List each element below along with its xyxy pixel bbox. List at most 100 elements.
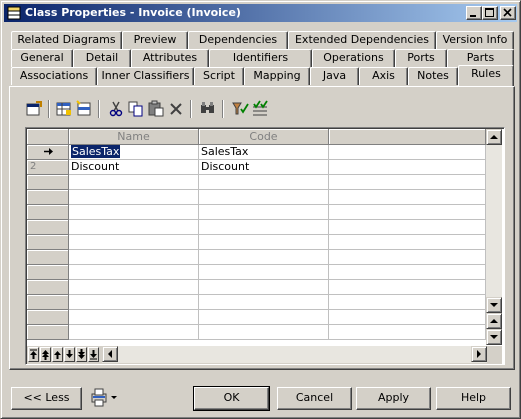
column-header-code[interactable]: Code bbox=[199, 129, 329, 145]
cell-code[interactable] bbox=[199, 295, 329, 310]
tab-operations[interactable]: Operations bbox=[312, 49, 395, 67]
cell-empty[interactable] bbox=[329, 325, 486, 340]
copy-icon[interactable] bbox=[126, 99, 146, 119]
tab-related-diagrams[interactable]: Related Diagrams bbox=[11, 31, 122, 49]
row-header[interactable] bbox=[27, 325, 69, 340]
cell-empty[interactable] bbox=[329, 250, 486, 265]
scroll-left-button[interactable] bbox=[102, 346, 118, 362]
add-rows-icon[interactable] bbox=[54, 99, 74, 119]
cell-name[interactable] bbox=[69, 280, 199, 295]
tab-mapping[interactable]: Mapping bbox=[244, 67, 310, 85]
cell-name[interactable]: SalesTax bbox=[69, 145, 199, 160]
move-bottom-button[interactable] bbox=[88, 347, 99, 362]
cell-code[interactable]: SalesTax bbox=[199, 145, 329, 160]
tab-attributes[interactable]: Attributes bbox=[131, 49, 209, 67]
cell-code[interactable] bbox=[199, 190, 329, 205]
cell-name[interactable]: Discount bbox=[69, 160, 199, 175]
tab-general[interactable]: General bbox=[11, 49, 73, 67]
customize-columns-icon[interactable] bbox=[250, 99, 270, 119]
cell-code[interactable] bbox=[199, 265, 329, 280]
tab-java[interactable]: Java bbox=[310, 67, 359, 85]
row-header[interactable] bbox=[27, 205, 69, 220]
tab-script[interactable]: Script bbox=[194, 67, 244, 85]
tab-inner-classifiers[interactable]: Inner Classifiers bbox=[97, 67, 194, 85]
row-header[interactable] bbox=[27, 220, 69, 235]
cell-code[interactable] bbox=[199, 310, 329, 325]
apply-button[interactable]: Apply bbox=[356, 387, 431, 410]
cell-code[interactable] bbox=[199, 220, 329, 235]
row-header[interactable] bbox=[27, 280, 69, 295]
vertical-scrollbar[interactable] bbox=[486, 129, 502, 345]
cell-empty[interactable] bbox=[329, 220, 486, 235]
maximize-button[interactable] bbox=[482, 6, 498, 20]
tab-axis[interactable]: Axis bbox=[359, 67, 408, 85]
move-page-down-button[interactable] bbox=[76, 347, 87, 362]
minimize-button[interactable] bbox=[466, 6, 482, 20]
tab-detail[interactable]: Detail bbox=[73, 49, 131, 67]
cell-code[interactable] bbox=[199, 250, 329, 265]
tab-extended-dependencies[interactable]: Extended Dependencies bbox=[288, 31, 436, 49]
print-dropdown-button[interactable] bbox=[88, 387, 122, 410]
cell-code[interactable] bbox=[199, 175, 329, 190]
tab-preview[interactable]: Preview bbox=[122, 31, 188, 49]
tab-associations[interactable]: Associations bbox=[11, 67, 97, 85]
move-top-button[interactable] bbox=[28, 347, 39, 362]
cell-code[interactable] bbox=[199, 205, 329, 220]
grid-corner[interactable] bbox=[27, 129, 69, 145]
scroll-right-button[interactable] bbox=[471, 346, 487, 362]
cell-empty[interactable] bbox=[329, 160, 486, 175]
cell-code[interactable] bbox=[199, 325, 329, 340]
cell-empty[interactable] bbox=[329, 205, 486, 220]
properties-icon[interactable] bbox=[24, 99, 44, 119]
move-up-button[interactable] bbox=[52, 347, 63, 362]
insert-row-icon[interactable] bbox=[74, 99, 94, 119]
cell-code[interactable] bbox=[199, 235, 329, 250]
title-bar[interactable]: Class Properties - Invoice (Invoice) bbox=[4, 4, 517, 22]
rules-grid[interactable]: Name Code SalesTax SalesTax 2 Discount Disco… bbox=[25, 127, 505, 365]
tab-version-info[interactable]: Version Info bbox=[436, 31, 514, 49]
cell-empty[interactable] bbox=[329, 145, 486, 160]
cell-empty[interactable] bbox=[329, 190, 486, 205]
row-header[interactable] bbox=[27, 235, 69, 250]
help-button[interactable]: Help bbox=[436, 387, 511, 410]
move-page-up-button[interactable] bbox=[40, 347, 51, 362]
row-header[interactable] bbox=[27, 175, 69, 190]
cut-icon[interactable] bbox=[106, 99, 126, 119]
find-icon[interactable] bbox=[198, 99, 218, 119]
row-header[interactable] bbox=[27, 295, 69, 310]
cell-empty[interactable] bbox=[329, 310, 486, 325]
row-header[interactable] bbox=[27, 190, 69, 205]
cell-name[interactable] bbox=[69, 250, 199, 265]
cell-name[interactable] bbox=[69, 295, 199, 310]
delete-icon[interactable] bbox=[166, 99, 186, 119]
ok-button[interactable]: OK bbox=[193, 386, 270, 411]
tab-ports[interactable]: Ports bbox=[395, 49, 447, 67]
cell-name[interactable] bbox=[69, 310, 199, 325]
tab-rules[interactable]: Rules bbox=[458, 65, 514, 86]
cell-empty[interactable] bbox=[329, 175, 486, 190]
cell-code[interactable]: Discount bbox=[199, 160, 329, 175]
row-header[interactable]: 2 bbox=[27, 160, 69, 175]
cell-name[interactable] bbox=[69, 175, 199, 190]
move-down-button[interactable] bbox=[64, 347, 75, 362]
cell-name[interactable] bbox=[69, 265, 199, 280]
cell-code[interactable] bbox=[199, 280, 329, 295]
scroll-up-button-2[interactable] bbox=[486, 313, 502, 329]
tab-dependencies[interactable]: Dependencies bbox=[188, 31, 288, 49]
cell-name[interactable] bbox=[69, 325, 199, 340]
cancel-button[interactable]: Cancel bbox=[277, 387, 352, 410]
scroll-down-button-2[interactable] bbox=[486, 329, 502, 345]
paste-icon[interactable] bbox=[146, 99, 166, 119]
cell-name[interactable] bbox=[69, 235, 199, 250]
filter-icon[interactable] bbox=[230, 99, 250, 119]
row-header[interactable] bbox=[27, 145, 69, 160]
row-header[interactable] bbox=[27, 310, 69, 325]
row-header[interactable] bbox=[27, 265, 69, 280]
horizontal-scrollbar[interactable] bbox=[102, 346, 487, 363]
less-button[interactable]: << Less bbox=[11, 387, 82, 410]
scroll-up-button[interactable] bbox=[486, 129, 502, 145]
row-header[interactable] bbox=[27, 250, 69, 265]
cell-name[interactable] bbox=[69, 205, 199, 220]
cell-empty[interactable] bbox=[329, 280, 486, 295]
column-header-name[interactable]: Name bbox=[69, 129, 199, 145]
